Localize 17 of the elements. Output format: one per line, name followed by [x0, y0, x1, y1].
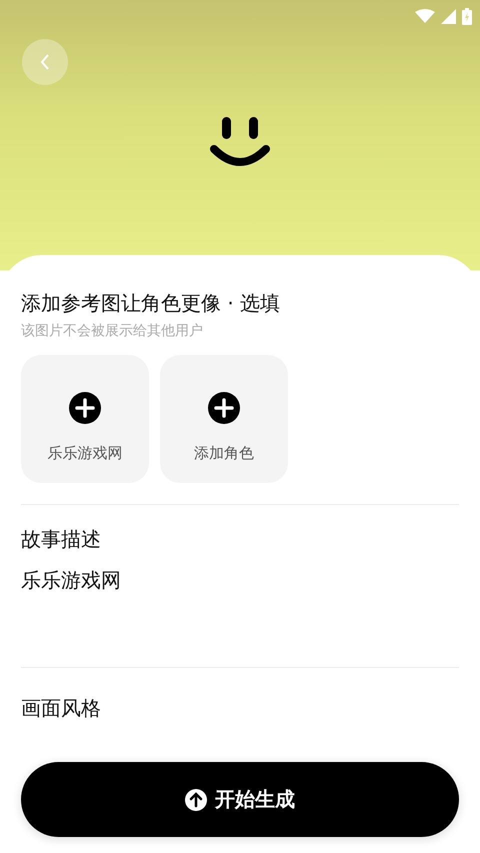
smiley-icon	[210, 117, 270, 169]
back-button[interactable]	[22, 39, 68, 85]
section-subtitle: 该图片不会被展示给其他用户	[21, 322, 204, 341]
add-image-card[interactable]: 添加角色	[160, 355, 288, 483]
plus-icon	[69, 392, 101, 424]
wifi-icon	[415, 9, 435, 23]
section-title: 画面风格	[21, 695, 102, 722]
battery-icon	[462, 8, 472, 24]
add-image-card[interactable]: 乐乐游戏网	[21, 355, 149, 483]
section-title: 故事描述	[21, 526, 102, 553]
plus-icon	[208, 392, 240, 424]
generate-button[interactable]: 开始生成	[21, 762, 459, 837]
back-icon	[40, 54, 50, 70]
story-text-field[interactable]: 乐乐游戏网	[21, 567, 459, 667]
upload-icon	[185, 788, 207, 810]
section-title: 添加参考图让角色更像 · 选填	[21, 290, 282, 317]
signal-icon	[441, 8, 456, 24]
